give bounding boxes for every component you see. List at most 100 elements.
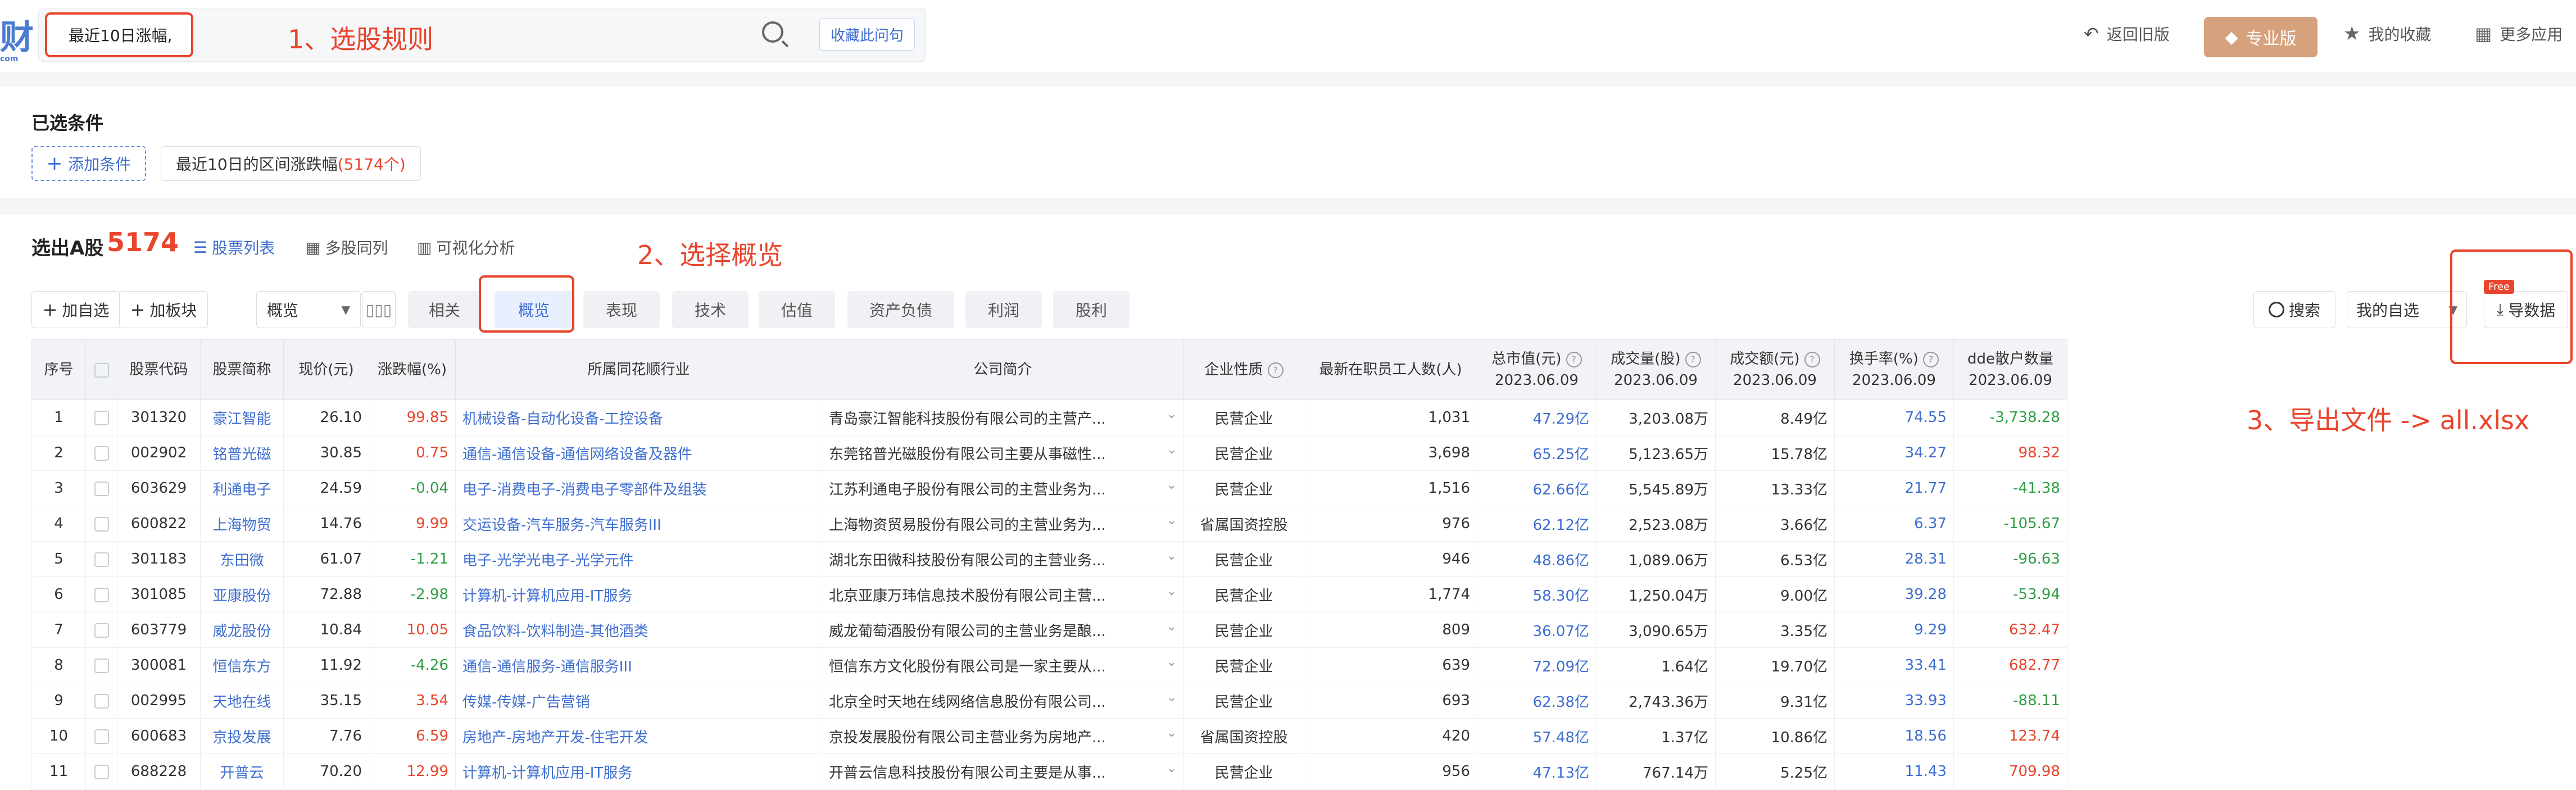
column-header[interactable]: 股票代码 [117,339,201,400]
select-all-checkbox[interactable] [94,362,109,378]
cell-name[interactable]: 京投发展 [200,718,284,754]
my-watchlist-select[interactable]: 我的自选 ▼ [2347,291,2467,328]
cell-mcap[interactable]: 72.09亿 [1477,647,1597,683]
cell-mcap[interactable]: 47.29亿 [1477,399,1597,435]
cell-ind[interactable]: 传媒-传媒-广告营销 [455,683,822,719]
cell-ind[interactable]: 通信-通信设备-通信网络设备及器件 [455,435,822,471]
view-visual-analysis[interactable]: ▥ 可视化分析 [417,236,515,258]
cell-ind[interactable]: 电子-光学光电子-光学元件 [455,541,822,577]
expand-chevron-icon[interactable]: ⌄ [1167,478,1177,492]
cell-mcap[interactable]: 36.07亿 [1477,612,1597,648]
cell-turn[interactable]: 18.56 [1834,718,1954,754]
table-row[interactable]: 10 600683 京投发展 7.76 6.59 房地产-房地产开发-住宅开发 京投发展股份… [31,718,2067,754]
expand-chevron-icon[interactable]: ⌄ [1167,443,1177,457]
cell-mcap[interactable]: 62.12亿 [1477,506,1597,542]
cell-mcap[interactable]: 47.13亿 [1477,753,1597,789]
column-settings-button[interactable]: ▯▯▯ [362,291,396,328]
column-header[interactable]: 所属同花顺行业 [455,339,822,400]
cell-ind[interactable]: 计算机-计算机应用-IT服务 [455,576,822,612]
cell-ind[interactable]: 计算机-计算机应用-IT服务 [455,753,822,789]
column-header[interactable]: 总市值(元) ? 2023.06.09 [1477,339,1597,400]
cell-turn[interactable]: 28.31 [1834,541,1954,577]
expand-chevron-icon[interactable]: ⌄ [1167,761,1177,775]
view-stock-list[interactable]: ☰ 股票列表 [193,236,275,258]
cell-name[interactable]: 东田微 [200,541,284,577]
cell-ind[interactable]: 通信-通信服务-通信服务III [455,647,822,683]
column-header[interactable] [85,339,117,400]
favorites-button[interactable]: ★ 我的收藏 [2343,22,2432,45]
table-row[interactable]: 11 688228 开普云 70.20 12.99 计算机-计算机应用-IT服务 开普云信息… [31,753,2067,789]
cell-mcap[interactable]: 48.86亿 [1477,541,1597,577]
cell-ind[interactable]: 交运设备-汽车服务-汽车服务III [455,506,822,542]
help-icon[interactable]: ? [1804,351,1820,367]
row-checkbox-cell[interactable] [85,541,117,577]
table-row[interactable]: 3 603629 利通电子 24.59 -0.04 电子-消费电子-消费电子零部件及组装 江… [31,470,2067,506]
row-checkbox[interactable] [94,658,109,673]
cell-name[interactable]: 利通电子 [200,470,284,506]
add-watchlist-button[interactable]: + 加自选 [31,291,120,328]
expand-chevron-icon[interactable]: ⌄ [1167,726,1177,740]
help-icon[interactable]: ? [1267,362,1284,378]
cell-mcap[interactable]: 65.25亿 [1477,435,1597,471]
row-checkbox[interactable] [94,587,109,602]
condition-chip[interactable]: 最近10日的区间涨跌幅 (5174个) [161,146,421,181]
cell-mcap[interactable]: 62.66亿 [1477,470,1597,506]
row-checkbox-cell[interactable] [85,399,117,435]
tab-performance[interactable]: 表现 [583,291,660,328]
table-row[interactable]: 6 301085 亚康股份 72.88 -2.98 计算机-计算机应用-IT服务 北京亚康万… [31,576,2067,612]
expand-chevron-icon[interactable]: ⌄ [1167,584,1177,598]
expand-chevron-icon[interactable]: ⌄ [1167,620,1177,634]
cell-name[interactable]: 开普云 [200,753,284,789]
cell-turn[interactable]: 33.41 [1834,647,1954,683]
cell-turn[interactable]: 33.93 [1834,683,1954,719]
tab-dividend[interactable]: 股利 [1053,291,1130,328]
cell-name[interactable]: 威龙股份 [200,612,284,648]
row-checkbox[interactable] [94,410,109,425]
pro-version-button[interactable]: ◆ 专业版 [2204,17,2318,57]
cell-mcap[interactable]: 62.38亿 [1477,683,1597,719]
cell-turn[interactable]: 6.37 [1834,506,1954,542]
help-icon[interactable]: ? [1685,351,1701,367]
cell-turn[interactable]: 21.77 [1834,470,1954,506]
cell-name[interactable]: 上海物贸 [200,506,284,542]
row-checkbox[interactable] [94,446,109,461]
table-row[interactable]: 4 600822 上海物贸 14.76 9.99 交运设备-汽车服务-汽车服务III 上海物… [31,506,2067,542]
back-old-version-button[interactable]: ↶ 返回旧版 [2084,22,2170,45]
expand-chevron-icon[interactable]: ⌄ [1167,549,1177,563]
cell-mcap[interactable]: 58.30亿 [1477,576,1597,612]
tab-valuation[interactable]: 估值 [759,291,835,328]
cell-ind[interactable]: 食品饮料-饮料制造-其他酒类 [455,612,822,648]
row-checkbox[interactable] [94,764,109,779]
row-checkbox-cell[interactable] [85,470,117,506]
column-header[interactable]: 成交额(元) ? 2023.06.09 [1715,339,1835,400]
table-search-button[interactable]: 搜索 [2253,291,2335,328]
column-header[interactable]: 公司简介 [822,339,1184,400]
row-checkbox-cell[interactable] [85,506,117,542]
column-set-select[interactable]: 概览 ▼ [256,291,361,328]
query-input[interactable]: 最近10日涨幅, [45,12,193,57]
cell-name[interactable]: 铭普光磁 [200,435,284,471]
column-header[interactable]: dde散户数量 2023.06.09 [1953,339,2067,400]
column-header[interactable]: 换手率(%) ? 2023.06.09 [1834,339,1954,400]
cell-name[interactable]: 亚康股份 [200,576,284,612]
collect-question-button[interactable]: 收藏此问句 [819,18,915,51]
cell-turn[interactable]: 74.55 [1834,399,1954,435]
expand-chevron-icon[interactable]: ⌄ [1167,691,1177,705]
search-icon[interactable] [762,21,783,43]
row-checkbox-cell[interactable] [85,576,117,612]
table-row[interactable]: 5 301183 东田微 61.07 -1.21 电子-光学光电子-光学元件 湖北东田微科技… [31,541,2067,577]
cell-ind[interactable]: 房地产-房地产开发-住宅开发 [455,718,822,754]
row-checkbox[interactable] [94,552,109,567]
table-row[interactable]: 8 300081 恒信东方 11.92 -4.26 通信-通信服务-通信服务III 恒信东方… [31,647,2067,683]
view-multi-stock[interactable]: ▦ 多股同列 [306,236,388,258]
add-sector-button[interactable]: + 加板块 [119,291,208,328]
column-header[interactable]: 股票简称 [200,339,284,400]
column-header[interactable]: 成交量(股) ? 2023.06.09 [1596,339,1716,400]
row-checkbox-cell[interactable] [85,647,117,683]
logo[interactable]: 财 com [0,10,34,63]
column-header[interactable]: 序号 [31,339,86,400]
row-checkbox-cell[interactable] [85,683,117,719]
tab-profit[interactable]: 利润 [965,291,1042,328]
more-apps-button[interactable]: ▦ 更多应用 [2475,22,2563,45]
table-row[interactable]: 9 002995 天地在线 35.15 3.54 传媒-传媒-广告营销 北京全时天地在线网络… [31,683,2067,719]
